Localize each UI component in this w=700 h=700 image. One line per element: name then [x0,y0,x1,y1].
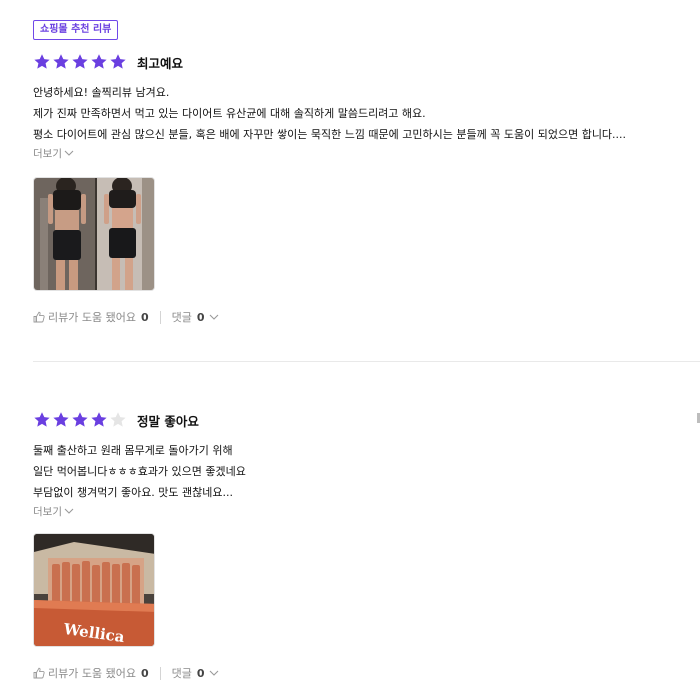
review-text-line: 일단 먹어봅니다ㅎㅎㅎ효과가 있으면 좋겠네요 [33,465,246,478]
chevron-down-icon [64,508,74,514]
star-filled-icon [91,54,107,69]
divider [159,666,161,680]
star-filled-icon [72,54,88,69]
review-text-line: 둘째 출산하고 원래 몸무게로 돌아가기 위해 [33,444,233,457]
star-filled-icon [110,54,126,69]
review-actions: 리뷰가 도움 됐어요 0 댓글 0 [33,309,700,325]
review-actions: 리뷰가 도움 됐어요 0 댓글 0 [33,665,700,681]
helpful-button[interactable]: 리뷰가 도움 됐어요 0 [33,309,149,325]
comment-label: 댓글 [171,667,192,680]
review-item: 최고예요 안녕하세요! 솔찍리뷰 남겨요. 제가 진짜 만족하면서 먹고 있는 … [33,52,700,325]
thumbs-up-icon [33,667,45,679]
rating-title: 정말 좋아요 [137,413,199,429]
review-divider [33,361,700,362]
star-rating [33,411,127,429]
star-empty-icon [110,412,126,427]
comment-count: 0 [196,666,205,680]
more-button[interactable]: 더보기 [33,503,700,519]
star-filled-icon [91,412,107,427]
recommended-review-badge: 쇼핑몰 추천 리뷰 [33,20,119,40]
rating-row: 정말 좋아요 [33,410,700,430]
comment-button[interactable]: 댓글 0 [172,665,219,681]
star-filled-icon [72,412,88,427]
more-button[interactable]: 더보기 [33,145,700,161]
rating-title: 최고예요 [137,55,184,71]
more-label: 더보기 [33,147,62,160]
comment-button[interactable]: 댓글 0 [172,309,219,325]
review-text-line: 제가 진짜 만족하면서 먹고 있는 다이어트 유산균에 대해 솔직하게 말씀드리… [33,107,426,120]
product-box-photo: Wellica [34,534,154,646]
star-filled-icon [34,54,50,69]
star-filled-icon [53,54,69,69]
comment-count: 0 [196,310,205,324]
chevron-down-icon [209,314,218,320]
review-text-line: 부담없이 챙겨먹기 좋아요. 맛도 괜찮네요... [33,486,234,499]
review-text-line: 안녕하세요! 솔찍리뷰 남겨요. [33,86,170,99]
thumbs-up-icon [33,311,45,323]
review-item: 정말 좋아요 둘째 출산하고 원래 몸무게로 돌아가기 위해 일단 먹어봅니다ㅎ… [33,410,700,681]
review-photo[interactable]: Wellica [33,533,155,647]
chevron-down-icon [64,150,74,156]
helpful-button[interactable]: 리뷰가 도움 됐어요 0 [33,665,149,681]
star-filled-icon [34,412,50,427]
helpful-count: 0 [140,666,149,680]
chevron-down-icon [209,670,218,676]
review-list: 쇼핑몰 추천 리뷰 최고예요 안녕하세요! 솔찍리뷰 남겨요. 제가 진짜 만족… [0,0,700,700]
comment-label: 댓글 [171,311,192,324]
helpful-count: 0 [140,310,149,324]
star-rating [33,53,127,71]
review-photo[interactable] [33,177,155,291]
rating-row: 최고예요 [33,52,700,72]
review-text-line: 평소 다이어트에 관심 많으신 분들, 혹은 배에 자꾸만 쌓이는 묵직한 느낌… [33,128,627,141]
before-after-photo [34,178,154,290]
divider [159,310,161,324]
helpful-label: 리뷰가 도움 됐어요 [48,667,136,680]
review-body: 둘째 출산하고 원래 몸무게로 돌아가기 위해 일단 먹어봅니다ㅎㅎㅎ효과가 있… [33,440,700,503]
review-body: 안녕하세요! 솔찍리뷰 남겨요. 제가 진짜 만족하면서 먹고 있는 다이어트 … [33,82,700,145]
more-label: 더보기 [33,505,62,518]
helpful-label: 리뷰가 도움 됐어요 [48,311,136,324]
star-filled-icon [53,412,69,427]
